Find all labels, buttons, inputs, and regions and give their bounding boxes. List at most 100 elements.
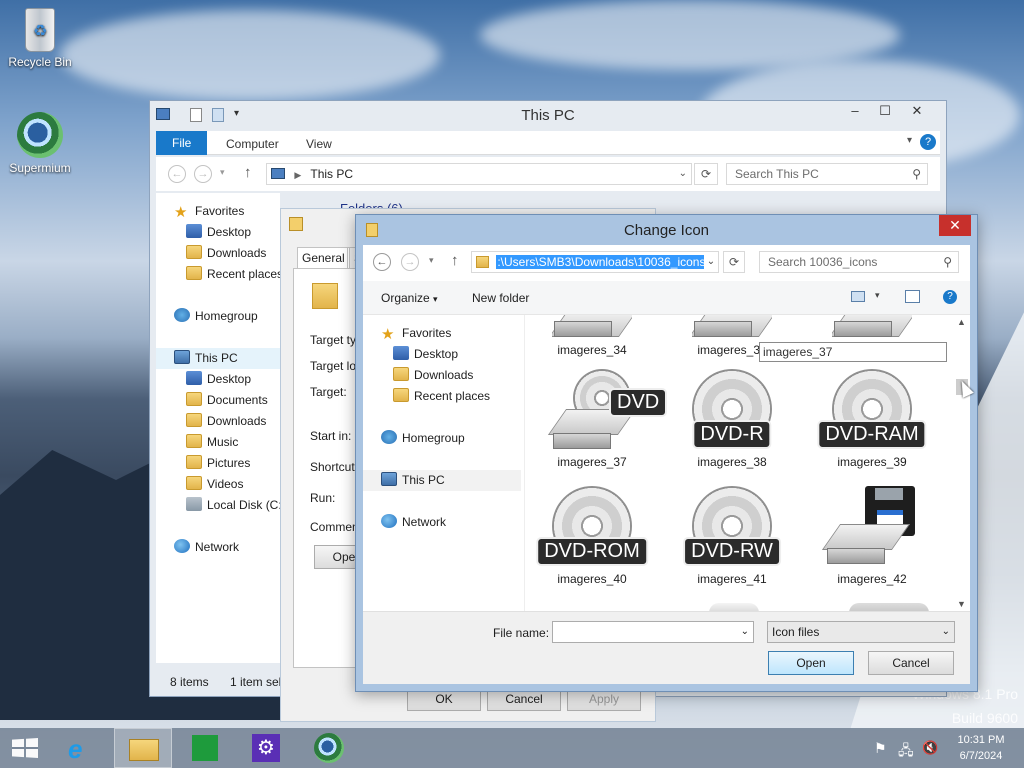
cancel-button[interactable]: Cancel — [868, 651, 954, 675]
address-text: This PC — [310, 167, 354, 181]
open-button[interactable]: Open — [768, 651, 854, 675]
nav-pc-downloads[interactable]: Downloads — [186, 411, 266, 432]
action-center-flag-icon[interactable]: ⚑ — [874, 740, 887, 757]
nav-desktop[interactable]: Desktop — [186, 222, 251, 243]
recycle-bin-icon[interactable]: ♻ Recycle Bin — [2, 8, 78, 69]
scroll-down-arrow[interactable]: ▼ — [957, 599, 966, 609]
floppy-drive-icon — [821, 524, 911, 568]
dialog-search-icon: ⚲ — [943, 255, 952, 269]
clock-date[interactable]: 6/7/2024 — [950, 750, 1012, 762]
taskbar-file-explorer[interactable] — [114, 728, 172, 768]
help-icon[interactable]: ? — [920, 134, 936, 150]
supermium-shortcut[interactable]: Supermium — [2, 112, 78, 175]
nav-homegroup[interactable]: Homegroup — [174, 306, 258, 327]
taskbar-internet-explorer[interactable]: e — [52, 728, 110, 768]
dialog-path-dropdown[interactable]: ⌄ — [704, 252, 718, 272]
tab-file[interactable]: File — [156, 131, 208, 155]
network-icon — [381, 514, 397, 528]
dialog-search-input[interactable]: Search 10036_icons ⚲ — [759, 251, 959, 273]
dialog-address-bar[interactable]: :\Users\SMB3\Downloads\10036_icons ⌄ — [471, 251, 719, 273]
refresh-button[interactable]: ⟳ — [694, 163, 718, 185]
dialog-help-icon[interactable]: ? — [943, 290, 957, 304]
icon-item[interactable] — [817, 315, 927, 341]
dialog-nav-recent[interactable]: Recent places — [393, 386, 490, 407]
dialog-up-icon[interactable]: ↑ — [451, 252, 459, 269]
folder-icon — [476, 256, 489, 268]
nav-pictures[interactable]: Pictures — [186, 453, 250, 474]
maximize-button[interactable]: ☐ — [870, 101, 900, 121]
properties-tab-general[interactable]: General — [297, 247, 350, 269]
explorer-search-input[interactable]: Search This PC ⚲ — [726, 163, 928, 185]
icon-item-partial[interactable] — [849, 603, 929, 611]
view-dropdown-icon[interactable]: ▾ — [875, 290, 880, 301]
dialog-close-button[interactable]: ✕ — [939, 215, 971, 236]
address-dropdown-icon[interactable]: ⌄ — [679, 164, 687, 184]
dialog-path-text[interactable]: :\Users\SMB3\Downloads\10036_icons — [496, 255, 707, 269]
forward-button[interactable]: → — [194, 165, 212, 183]
new-folder-button[interactable]: New folder — [472, 291, 529, 305]
dialog-nav-desktop[interactable]: Desktop — [393, 344, 458, 365]
scroll-up-arrow[interactable]: ▲ — [957, 317, 966, 327]
taskbar-settings[interactable]: ⚙ — [238, 728, 296, 768]
icon-item[interactable]: imageres_42 — [817, 486, 927, 586]
rename-field[interactable]: imageres_37 — [759, 342, 947, 362]
view-options-icon[interactable] — [851, 291, 865, 302]
dialog-forward-button[interactable]: → — [401, 253, 419, 271]
dialog-recent-icon[interactable]: ▾ — [429, 255, 434, 266]
dialog-nav-downloads[interactable]: Downloads — [393, 365, 473, 386]
dialog-nav-favorites[interactable]: ★ Favorites — [381, 323, 451, 344]
explorer-titlebar[interactable]: ▾ This PC – ☐ ✕ — [150, 101, 946, 131]
taskbar-store[interactable] — [176, 728, 234, 768]
supermium-icon — [17, 112, 63, 158]
back-button[interactable]: ← — [168, 165, 186, 183]
file-name-dropdown-icon[interactable]: ⌄ — [741, 622, 749, 642]
icon-item[interactable]: DVD-R imageres_38 — [677, 369, 787, 469]
taskbar-supermium[interactable] — [300, 728, 358, 768]
nav-recent[interactable]: Recent places — [186, 264, 283, 285]
preview-pane-icon[interactable] — [905, 290, 920, 303]
nav-network[interactable]: Network — [174, 537, 239, 558]
icon-item[interactable]: DVD-RW imageres_41 — [677, 486, 787, 586]
dvd-ram-badge: DVD-RAM — [817, 420, 927, 449]
dialog-nav-this-pc[interactable]: This PC — [363, 470, 521, 491]
local-disk-icon — [186, 497, 202, 511]
up-arrow-icon[interactable]: ↑ — [244, 164, 252, 181]
file-name-input[interactable]: ⌄ — [552, 621, 754, 643]
tab-view[interactable]: View — [294, 133, 344, 155]
dialog-refresh-button[interactable]: ⟳ — [723, 251, 745, 273]
close-button[interactable]: ✕ — [902, 101, 932, 121]
icon-item[interactable]: DVD imageres_37 — [537, 369, 668, 469]
address-bar[interactable]: ▶ This PC ⌄ — [266, 163, 692, 185]
dialog-nav-network[interactable]: Network — [381, 512, 446, 533]
volume-muted-icon[interactable]: 🔇 — [922, 740, 938, 756]
dialog-back-button[interactable]: ← — [373, 253, 391, 271]
minimize-button[interactable]: – — [840, 101, 870, 121]
nav-local-disk[interactable]: Local Disk (C: — [186, 495, 282, 516]
nav-this-pc[interactable]: This PC — [156, 348, 280, 369]
nav-downloads[interactable]: Downloads — [186, 243, 266, 264]
nav-videos[interactable]: Videos — [186, 474, 243, 495]
file-type-dropdown-icon[interactable]: ⌄ — [942, 622, 950, 642]
icon-item[interactable]: DVD-ROM imageres_40 — [536, 486, 648, 586]
organize-button[interactable]: Organize ▾ — [381, 291, 438, 305]
recent-places-icon — [186, 266, 202, 280]
icon-item-partial[interactable] — [709, 603, 759, 611]
clock-time[interactable]: 10:31 PM — [950, 734, 1012, 746]
recycle-bin-label: Recycle Bin — [8, 55, 72, 69]
nav-music[interactable]: Music — [186, 432, 238, 453]
dialog-nav-homegroup[interactable]: Homegroup — [381, 428, 465, 449]
network-tray-icon[interactable]: 🖧 — [898, 740, 914, 764]
expand-ribbon-icon[interactable]: ▾ — [907, 135, 912, 146]
nav-pc-desktop[interactable]: Desktop — [186, 369, 251, 390]
file-type-select[interactable]: Icon files ⌄ — [767, 621, 955, 643]
icon-grid-scrollbar[interactable]: ▲ ▼ — [954, 315, 970, 611]
tab-computer[interactable]: Computer — [214, 133, 291, 155]
icon-item[interactable]: imageres_34 — [537, 315, 647, 357]
nav-favorites[interactable]: ★ Favorites — [174, 201, 244, 222]
this-pc-icon — [271, 168, 285, 179]
dialog-nav-favorites-label: Favorites — [402, 326, 452, 340]
nav-documents[interactable]: Documents — [186, 390, 268, 411]
icon-item[interactable]: DVD-RAM imageres_39 — [817, 369, 927, 469]
start-button[interactable] — [0, 728, 50, 768]
recent-locations-icon[interactable]: ▾ — [220, 167, 225, 178]
